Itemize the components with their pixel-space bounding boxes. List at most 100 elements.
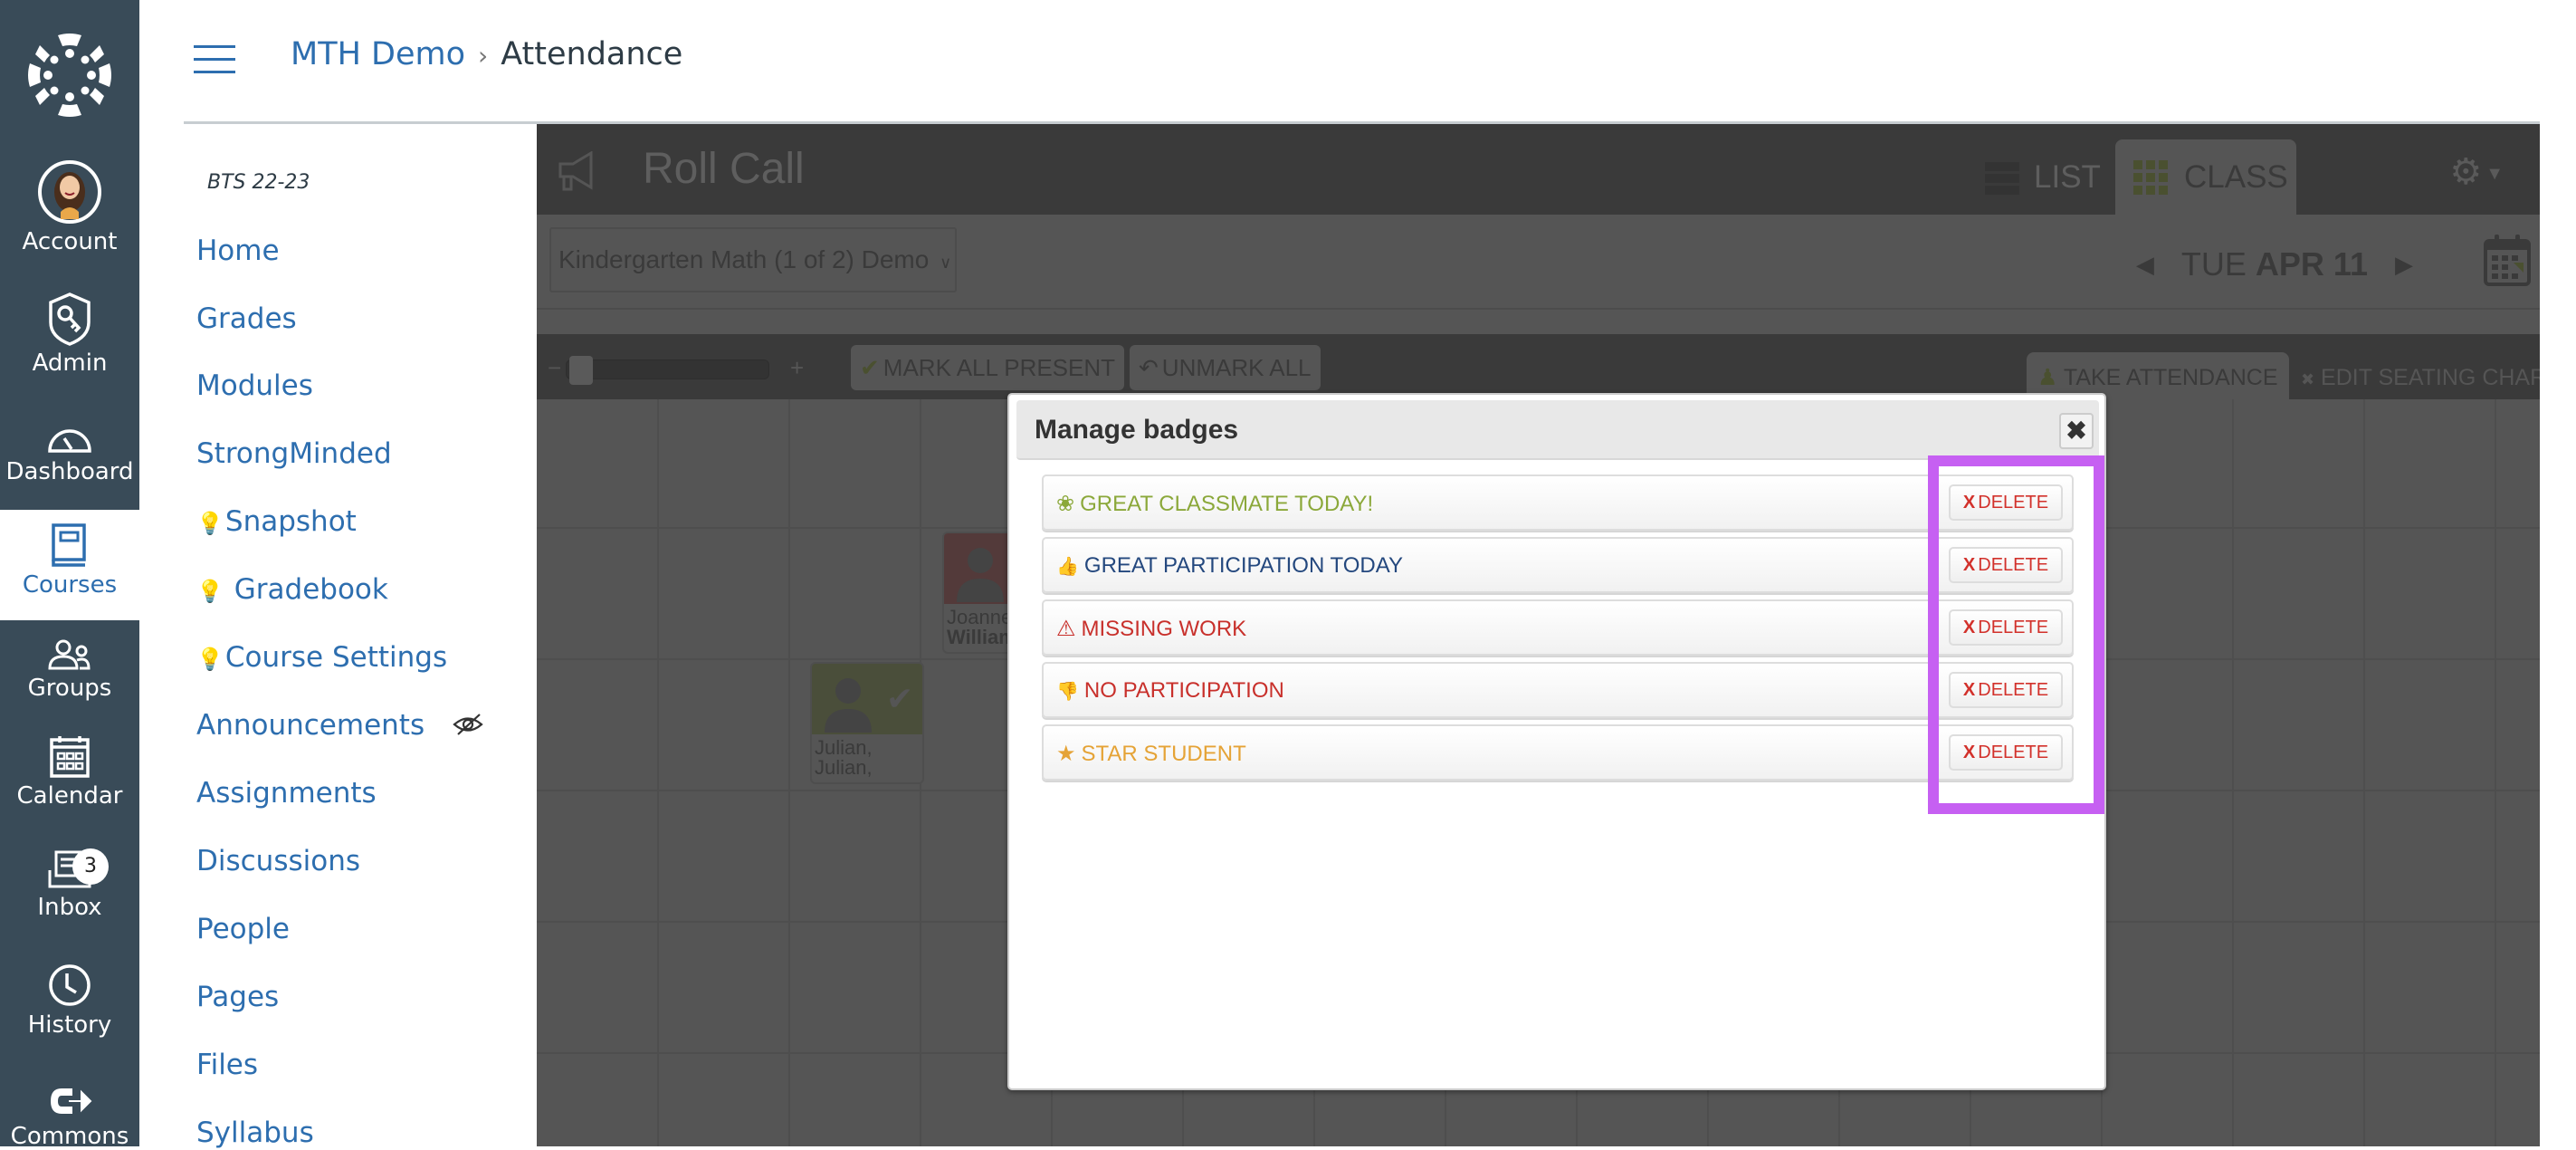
course-nav-people[interactable]: People [196, 913, 290, 945]
thumbs-up-icon: 👍 [1056, 557, 1079, 577]
button-label: UNMARK ALL [1161, 354, 1312, 381]
button-label: DELETE [1978, 743, 2049, 762]
delete-badge-button[interactable]: X DELETE [1949, 672, 2063, 708]
button-label: MARK ALL PRESENT [883, 354, 1116, 381]
lightbulb-icon: 💡 [196, 647, 224, 672]
person-icon [825, 678, 872, 733]
next-day-button[interactable]: ▶ [2395, 251, 2413, 279]
course-nav-assignments[interactable]: Assignments [196, 777, 377, 810]
dialog-header: Manage badges ✖ [1016, 400, 2099, 460]
gear-icon: ⚙ [2449, 152, 2483, 192]
global-nav-groups[interactable]: Groups [0, 638, 139, 702]
global-nav-label: History [27, 1011, 112, 1039]
x-icon: X [1962, 680, 1976, 700]
zoom-slider-thumb[interactable] [569, 356, 593, 385]
checkmark-icon: ✔ [860, 354, 880, 381]
course-nav-files[interactable]: Files [196, 1049, 258, 1081]
canvas-logo-icon[interactable] [24, 30, 115, 120]
unmark-all-button[interactable]: ↶ UNMARK ALL [1130, 345, 1321, 390]
speedometer-icon [48, 429, 91, 453]
settings-menu[interactable]: ⚙ ▼ [2449, 151, 2504, 193]
badge-row: 👍 GREAT PARTICIPATION TODAY X DELETE [1042, 537, 2074, 593]
dialog-title: Manage badges [1035, 415, 1239, 445]
global-nav-calendar[interactable]: Calendar [0, 733, 139, 810]
global-nav-account[interactable]: Account [0, 159, 139, 255]
global-nav-inbox[interactable]: 3 Inbox [0, 848, 139, 921]
edit-seating-chart-tab[interactable]: ✖ EDIT SEATING CHART [2290, 352, 2540, 399]
course-nav-gradebook[interactable]: 💡 Gradebook [196, 573, 388, 606]
global-nav-admin[interactable]: Admin [0, 292, 139, 377]
list-icon [1985, 161, 2019, 195]
undo-icon: ↶ [1139, 354, 1159, 381]
delete-badge-button[interactable]: X DELETE [1949, 547, 2063, 583]
roll-call-title: Roll Call [643, 145, 805, 193]
date-navigator: ◀ TUE APR 11 ▶ [2109, 233, 2440, 296]
zoom-in-icon[interactable]: + [790, 354, 804, 382]
global-nav-label: Inbox [37, 894, 102, 921]
calendar-icon [50, 736, 90, 778]
course-nav-pages[interactable]: Pages [196, 981, 279, 1013]
x-icon: X [1962, 618, 1976, 637]
global-nav-history[interactable]: History [0, 963, 139, 1039]
calendar-picker-icon[interactable] [2484, 234, 2531, 286]
lightbulb-icon: 💡 [196, 511, 224, 536]
global-nav-label: Groups [27, 675, 112, 702]
badge-label: 👍 GREAT PARTICIPATION TODAY [1056, 553, 1403, 579]
close-button[interactable]: ✖ [2059, 413, 2094, 449]
hamburger-icon [194, 71, 235, 73]
date-weekday: TUE [2180, 245, 2247, 283]
zoom-out-icon[interactable]: − [548, 354, 561, 382]
tab-label: LIST [2034, 158, 2101, 195]
course-nav-snapshot[interactable]: 💡Snapshot [196, 505, 357, 538]
course-nav-course-settings[interactable]: 💡Course Settings [196, 641, 447, 674]
course-nav-announcements[interactable]: Announcements [196, 709, 425, 742]
close-icon: ✖ [2066, 417, 2087, 445]
delete-badge-button[interactable]: X DELETE [1949, 609, 2063, 646]
delete-badge-button[interactable]: X DELETE [1949, 484, 2063, 521]
button-label: DELETE [1978, 555, 2049, 575]
breadcrumb: MTH Demo › Attendance [291, 36, 682, 72]
current-date: TUE APR 11 [2181, 245, 2368, 283]
mark-all-present-button[interactable]: ✔ MARK ALL PRESENT [851, 345, 1125, 390]
delete-badge-button[interactable]: X DELETE [1949, 734, 2063, 771]
section-select-value: Kindergarten Math (1 of 2) Demo [558, 245, 930, 273]
global-nav-label: Courses [22, 571, 118, 599]
course-menu-toggle[interactable] [194, 45, 235, 74]
course-nav-discussions[interactable]: Discussions [196, 845, 360, 877]
course-nav-label: Snapshot [224, 505, 357, 538]
award-ribbon-icon: ❀ [1056, 492, 1075, 516]
section-select[interactable]: Kindergarten Math (1 of 2) Demo ∨ [549, 227, 957, 292]
page-header: MTH Demo › Attendance [139, 0, 2576, 122]
global-nav: Account Admin Dashboard Courses Groups C… [0, 0, 139, 1150]
global-nav-label: Account [22, 228, 118, 255]
course-term: BTS 22-23 [207, 171, 310, 194]
course-nav-home[interactable]: Home [196, 235, 280, 267]
badge-label: ❀ GREAT CLASSMATE TODAY! [1056, 491, 1373, 517]
global-nav-commons[interactable]: Commons [0, 1083, 139, 1150]
manage-badges-dialog: Manage badges ✖ ❀ GREAT CLASSMATE TODAY! … [1007, 393, 2106, 1090]
chevron-down-icon: ∨ [940, 254, 952, 272]
attendance-toolbar: − + ✔ MARK ALL PRESENT ↶ UNMARK ALL ♟ TAKE… [537, 334, 2540, 399]
roll-call-header: Roll Call LIST CLASS ⚙ ▼ [537, 124, 2540, 215]
course-nav-modules[interactable]: Modules [196, 369, 313, 402]
global-nav-label: Admin [32, 350, 108, 377]
star-icon: ★ [1056, 742, 1076, 766]
tab-class[interactable]: CLASS [2115, 139, 2296, 215]
course-nav-strongminded[interactable]: StrongMinded [196, 437, 392, 470]
course-nav-syllabus[interactable]: Syllabus [196, 1116, 314, 1149]
breadcrumb-course-link[interactable]: MTH Demo [291, 36, 465, 72]
global-nav-courses[interactable]: Courses [0, 510, 139, 620]
x-icon: X [1962, 493, 1976, 513]
present-checkmark-icon: ✔ [886, 680, 914, 717]
warning-icon: ⚠ [1056, 617, 1076, 641]
global-nav-dashboard[interactable]: Dashboard [0, 422, 139, 485]
badge-row: ⚠ MISSING WORK X DELETE [1042, 599, 2074, 656]
tab-list[interactable]: LIST [1976, 139, 2110, 215]
previous-day-button[interactable]: ◀ [2136, 251, 2154, 279]
course-nav-label: Course Settings [224, 641, 448, 674]
course-nav-grades[interactable]: Grades [196, 302, 297, 335]
student-card[interactable]: ✔ Julian, Julian, [810, 662, 924, 784]
zoom-slider[interactable]: − + [548, 347, 819, 387]
course-nav: BTS 22-23 Home Grades Modules StrongMind… [184, 124, 537, 1149]
date-month-day: APR 11 [2255, 245, 2368, 283]
